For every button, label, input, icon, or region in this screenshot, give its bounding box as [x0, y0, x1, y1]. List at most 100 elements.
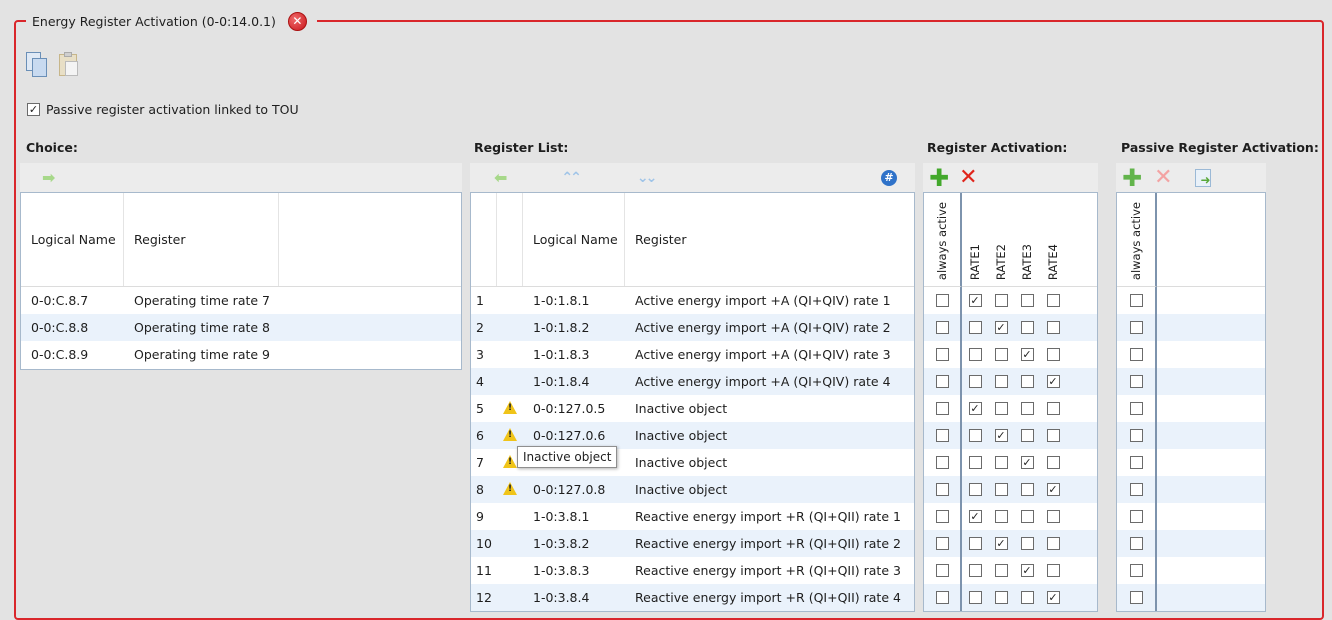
always-active-checkbox[interactable]	[935, 321, 949, 334]
passive-always-active-checkbox[interactable]	[1129, 429, 1143, 442]
rate1-checkbox[interactable]	[968, 591, 982, 604]
rate1-checkbox[interactable]	[968, 564, 982, 577]
rate4-checkbox[interactable]	[1046, 348, 1060, 361]
rate2-checkbox[interactable]	[994, 564, 1008, 577]
always-active-checkbox[interactable]	[935, 375, 949, 388]
ra-col-rate1[interactable]: RATE1	[962, 193, 988, 287]
register-list-row[interactable]: 3 1-0:1.8.3 Active energy import +A (QI+QI…	[471, 341, 914, 368]
reglist-col-logical-name[interactable]: Logical Name	[523, 193, 625, 286]
rate1-checkbox[interactable]: ✓	[968, 510, 982, 523]
passive-add-icon[interactable]: ✚	[1122, 166, 1142, 190]
passive-always-active-checkbox[interactable]	[1129, 483, 1143, 496]
rate1-checkbox[interactable]	[968, 375, 982, 388]
rate3-checkbox[interactable]	[1020, 483, 1034, 496]
passive-activation-checkbox-row[interactable]: ✓ Passive register activation linked to …	[27, 102, 299, 117]
register-list-row[interactable]: 6 0-0:127.0.6 Inactive object	[471, 422, 914, 449]
export-icon[interactable]	[1194, 168, 1211, 187]
passive-always-active-checkbox[interactable]	[1129, 456, 1143, 469]
rate2-checkbox[interactable]: ✓	[994, 429, 1008, 442]
register-list-row[interactable]: 1 1-0:1.8.1 Active energy import +A (QI+QI…	[471, 287, 914, 314]
rate3-checkbox[interactable]	[1020, 429, 1034, 442]
passive-always-active-checkbox[interactable]	[1129, 375, 1143, 388]
always-active-checkbox[interactable]	[935, 537, 949, 550]
rate2-checkbox[interactable]: ✓	[994, 321, 1008, 334]
choice-col-logical-name[interactable]: Logical Name	[21, 193, 124, 286]
rate1-checkbox[interactable]	[968, 537, 982, 550]
register-list-row[interactable]: 9 1-0:3.8.1 Reactive energy import +R (QI+…	[471, 503, 914, 530]
rate3-checkbox[interactable]: ✓	[1020, 564, 1034, 577]
rate3-checkbox[interactable]	[1020, 402, 1034, 415]
numbering-icon[interactable]: #	[881, 169, 897, 186]
rate4-checkbox[interactable]: ✓	[1046, 591, 1060, 604]
rate2-checkbox[interactable]	[994, 510, 1008, 523]
passive-always-active-checkbox[interactable]	[1129, 321, 1143, 334]
rate1-checkbox[interactable]	[968, 348, 982, 361]
close-icon[interactable]: ✕	[287, 11, 307, 31]
reglist-col-register[interactable]: Register	[625, 193, 914, 286]
register-list-row[interactable]: 5 0-0:127.0.5 Inactive object	[471, 395, 914, 422]
rate4-checkbox[interactable]: ✓	[1046, 483, 1060, 496]
always-active-checkbox[interactable]	[935, 402, 949, 415]
always-active-checkbox[interactable]	[935, 564, 949, 577]
rate2-checkbox[interactable]	[994, 375, 1008, 388]
always-active-checkbox[interactable]	[935, 591, 949, 604]
rate2-checkbox[interactable]	[994, 402, 1008, 415]
rate4-checkbox[interactable]	[1046, 537, 1060, 550]
paste-icon[interactable]	[58, 52, 80, 78]
choice-row[interactable]: 0-0:C.8.8 Operating time rate 8	[21, 314, 461, 341]
move-left-arrow-icon[interactable]: ⬅	[494, 168, 507, 187]
rate3-checkbox[interactable]	[1020, 537, 1034, 550]
passive-always-active-checkbox[interactable]	[1129, 510, 1143, 523]
rate3-checkbox[interactable]: ✓	[1020, 456, 1034, 469]
rate4-checkbox[interactable]	[1046, 564, 1060, 577]
passive-always-active-checkbox[interactable]	[1129, 564, 1143, 577]
rate4-checkbox[interactable]: ✓	[1046, 375, 1060, 388]
rate2-checkbox[interactable]	[994, 294, 1008, 307]
rate1-checkbox[interactable]: ✓	[968, 294, 982, 307]
rate1-checkbox[interactable]	[968, 429, 982, 442]
always-active-checkbox[interactable]	[935, 510, 949, 523]
delete-icon[interactable]: ✕	[959, 166, 977, 189]
rate4-checkbox[interactable]	[1046, 321, 1060, 334]
rate4-checkbox[interactable]	[1046, 429, 1060, 442]
always-active-checkbox[interactable]	[935, 483, 949, 496]
rate2-checkbox[interactable]	[994, 348, 1008, 361]
rate1-checkbox[interactable]: ✓	[968, 402, 982, 415]
add-icon[interactable]: ✚	[929, 166, 949, 190]
ra-col-rate4[interactable]: RATE4	[1040, 193, 1066, 287]
move-up-icon[interactable]: ⌃⌃	[561, 170, 582, 186]
rate2-checkbox[interactable]: ✓	[994, 537, 1008, 550]
rate3-checkbox[interactable]	[1020, 321, 1034, 334]
ra-col-always-active[interactable]: always active	[924, 193, 962, 287]
rate3-checkbox[interactable]	[1020, 591, 1034, 604]
rate3-checkbox[interactable]	[1020, 510, 1034, 523]
rate1-checkbox[interactable]	[968, 321, 982, 334]
rate3-checkbox[interactable]	[1020, 375, 1034, 388]
passive-always-active-checkbox[interactable]	[1129, 537, 1143, 550]
passive-activation-checkbox[interactable]: ✓	[27, 103, 40, 116]
register-list-row[interactable]: 10 1-0:3.8.2 Reactive energy import +R (QI…	[471, 530, 914, 557]
rate3-checkbox[interactable]	[1020, 294, 1034, 307]
always-active-checkbox[interactable]	[935, 456, 949, 469]
register-list-row[interactable]: 4 1-0:1.8.4 Active energy import +A (QI+QI…	[471, 368, 914, 395]
pa-col-always-active[interactable]: always active	[1117, 193, 1157, 287]
choice-row[interactable]: 0-0:C.8.9 Operating time rate 9	[21, 341, 461, 368]
copy-icon[interactable]	[26, 52, 48, 78]
passive-always-active-checkbox[interactable]	[1129, 348, 1143, 361]
rate2-checkbox[interactable]	[994, 591, 1008, 604]
always-active-checkbox[interactable]	[935, 429, 949, 442]
rate3-checkbox[interactable]: ✓	[1020, 348, 1034, 361]
rate1-checkbox[interactable]	[968, 483, 982, 496]
rate2-checkbox[interactable]	[994, 456, 1008, 469]
register-list-row[interactable]: 11 1-0:3.8.3 Reactive energy import +R (QI…	[471, 557, 914, 584]
move-down-icon[interactable]: ⌄⌄	[637, 170, 658, 186]
register-list-row[interactable]: 8 0-0:127.0.8 Inactive object	[471, 476, 914, 503]
choice-col-register[interactable]: Register	[124, 193, 279, 286]
always-active-checkbox[interactable]	[935, 348, 949, 361]
rate4-checkbox[interactable]	[1046, 294, 1060, 307]
rate4-checkbox[interactable]	[1046, 510, 1060, 523]
rate2-checkbox[interactable]	[994, 483, 1008, 496]
rate4-checkbox[interactable]	[1046, 456, 1060, 469]
register-list-row[interactable]: 2 1-0:1.8.2 Active energy import +A (QI+QI…	[471, 314, 914, 341]
register-list-row[interactable]: 12 1-0:3.8.4 Reactive energy import +R (QI…	[471, 584, 914, 611]
